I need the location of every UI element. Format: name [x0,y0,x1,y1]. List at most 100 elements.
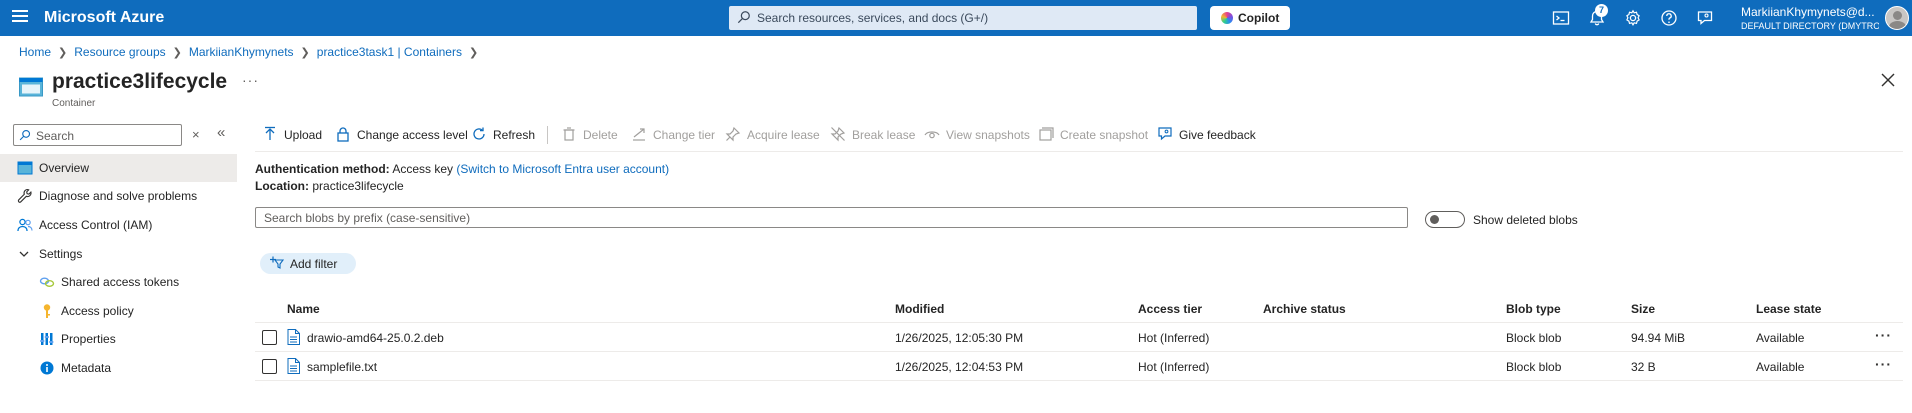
column-header-size[interactable]: Size [1631,302,1655,316]
top-bar: Microsoft Azure Search resources, servic… [0,0,1912,36]
key-icon [43,304,51,318]
chevron-right-icon: ❯ [172,47,182,59]
unpin-icon [830,126,846,142]
table-row[interactable]: drawio-amd64-25.0.2.deb 1/26/2025, 12:05… [255,323,1903,352]
location-row: Location: practice3lifecycle [255,179,404,193]
blob-search-placeholder: Search blobs by prefix (case-sensitive) [264,211,471,225]
sidebar-search-placeholder: Search [36,129,75,143]
breadcrumb: Home ❯ Resource groups ❯ MarkiianKhymynets ❯ p… [19,45,485,59]
sidebar-item-label: Overview [39,161,90,175]
breadcrumb-resource-group[interactable]: MarkiianKhymynets [189,45,294,59]
more-options-button[interactable]: ··· [242,72,259,88]
column-header-access-tier[interactable]: Access tier [1138,302,1202,316]
column-header-lease-state[interactable]: Lease state [1756,302,1821,316]
avatar[interactable] [1885,6,1909,30]
container-resource-icon [19,77,43,97]
sidebar-item-label: Properties [61,332,116,346]
sidebar-item-properties[interactable]: Properties [0,325,237,353]
account-menu[interactable]: MarkiianKhymynets@d... DEFAULT DIRECTORY… [1741,5,1879,31]
clear-search-button[interactable]: × [192,127,200,142]
switch-auth-link[interactable]: (Switch to Microsoft Entra user account) [456,162,669,176]
blob-name[interactable]: samplefile.txt [307,360,377,374]
blob-size: 32 B [1631,360,1656,374]
location-value: practice3lifecycle [312,179,404,193]
add-filter-button[interactable]: Add filter [260,253,356,274]
page-title: practice3lifecycle [52,70,228,93]
swap-arrows-icon [633,128,645,141]
global-search-input[interactable]: Search resources, services, and docs (G+… [729,6,1197,30]
sidebar-item-label: Shared access tokens [61,275,180,289]
link-icon [39,277,55,287]
eye-icon [924,131,940,139]
chevron-right-icon: ❯ [58,47,68,59]
blob-access-tier: Hot (Inferred) [1138,360,1210,374]
file-icon [287,358,300,374]
trash-icon [563,127,575,141]
blob-name[interactable]: drawio-amd64-25.0.2.deb [307,331,444,345]
sidebar-item-label: Settings [39,247,83,261]
refresh-icon [473,127,485,140]
brand-title[interactable]: Microsoft Azure [44,9,164,27]
show-deleted-blobs-toggle[interactable] [1425,211,1465,228]
sidebar-item-metadata[interactable]: Metadata [0,354,237,382]
feedback-icon[interactable] [1696,9,1714,27]
row-checkbox[interactable] [262,330,277,345]
properties-icon [40,333,54,345]
sidebar-search-input[interactable]: Search [13,124,182,146]
copilot-button[interactable]: Copilot [1210,6,1290,30]
column-header-modified[interactable]: Modified [895,302,944,316]
cloud-shell-icon[interactable] [1552,9,1570,27]
table-row[interactable]: samplefile.txt 1/26/2025, 12:04:53 PM Ho… [255,352,1903,381]
global-search-placeholder: Search resources, services, and docs (G+… [757,11,989,25]
help-icon[interactable] [1660,9,1678,27]
add-filter-icon [270,256,284,269]
upload-icon [265,126,275,140]
row-checkbox[interactable] [262,359,277,374]
command-bar-divider [255,151,1903,152]
container-icon [17,161,33,175]
sidebar-group-settings[interactable]: Settings [0,240,237,268]
row-more-options-button[interactable]: ··· [1875,356,1892,372]
close-icon[interactable] [1880,72,1896,88]
sidebar-item-label: Diagnose and solve problems [39,189,198,203]
sidebar-item-label: Access Control (IAM) [39,218,153,232]
column-header-archive-status[interactable]: Archive status [1263,302,1346,316]
lock-icon [337,127,349,142]
settings-gear-icon[interactable] [1624,9,1642,27]
search-icon [19,129,31,141]
column-header-name[interactable]: Name [287,302,320,316]
blob-size: 94.94 MiB [1631,331,1686,345]
account-name: MarkiianKhymynets@d... [1741,5,1875,19]
table-divider [255,380,1903,381]
location-label: Location: [255,179,309,193]
blob-type: Block blob [1506,360,1562,374]
sidebar-item-iam[interactable]: Access Control (IAM) [0,211,237,239]
chevron-right-icon: ❯ [468,47,479,59]
breadcrumb-resource-groups[interactable]: Resource groups [74,45,165,59]
blob-prefix-search-input[interactable]: Search blobs by prefix (case-sensitive) [255,207,1408,228]
authentication-method-row: Authentication method: Access key (Switc… [255,162,669,176]
search-icon [737,11,750,24]
sidebar-item-shared-access-tokens[interactable]: Shared access tokens [0,268,237,296]
info-icon [40,361,54,375]
auth-value: Access key [392,162,454,176]
sidebar-item-label: Access policy [61,304,134,318]
sidebar-item-diagnose[interactable]: Diagnose and solve problems [0,182,237,210]
blob-lease-state: Available [1756,331,1805,345]
breadcrumb-containers[interactable]: practice3task1 | Containers [317,45,462,59]
pin-icon [725,126,741,142]
sidebar-item-access-policy[interactable]: Access policy [0,297,237,325]
notifications-badge: 7 [1595,4,1608,17]
sidebar-item-overview[interactable]: Overview [0,154,237,182]
column-header-blob-type[interactable]: Blob type [1506,302,1561,316]
hamburger-menu-icon[interactable] [12,10,28,26]
breadcrumb-home[interactable]: Home [19,45,51,59]
copilot-label: Copilot [1238,11,1280,25]
account-directory: DEFAULT DIRECTORY (DMYTROS... [1741,21,1879,31]
blob-lease-state: Available [1756,360,1805,374]
sidebar-item-label: Metadata [61,361,112,375]
row-more-options-button[interactable]: ··· [1875,327,1892,343]
chevron-right-icon: ❯ [300,47,310,59]
command-separator [547,126,548,144]
collapse-sidebar-button[interactable]: « [217,124,225,141]
